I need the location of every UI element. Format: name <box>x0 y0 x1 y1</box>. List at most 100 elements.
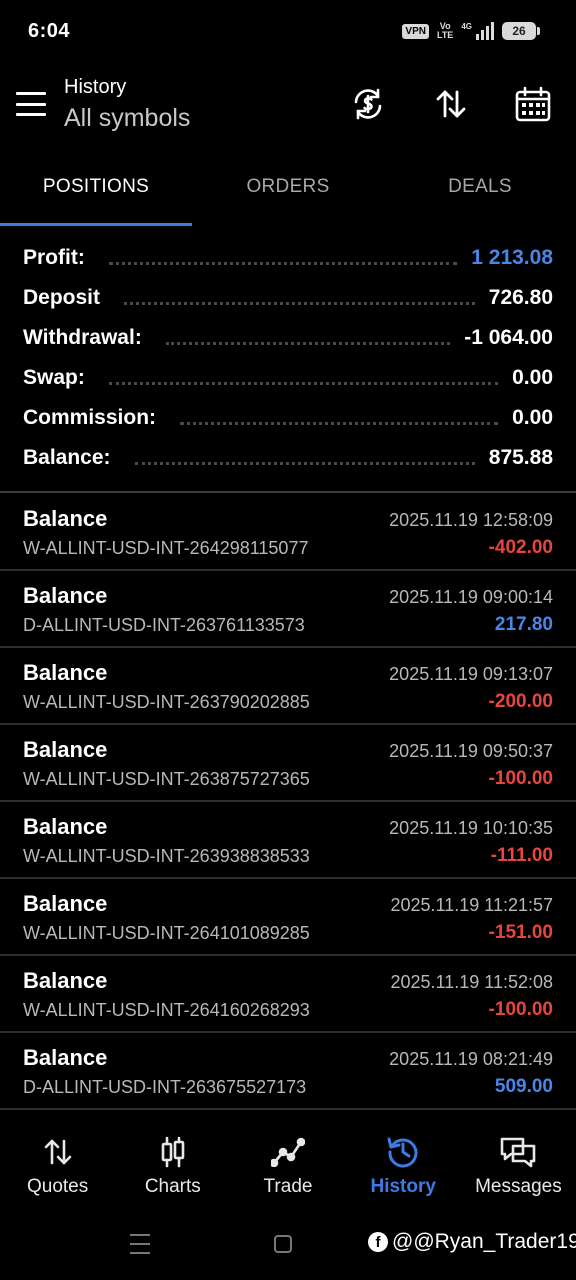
deal-amount: -402.00 <box>488 537 553 558</box>
deal-time: 2025.11.19 09:00:14 <box>389 587 553 607</box>
dotted-leader <box>134 461 475 465</box>
deal-id: W-ALLINT-USD-INT-263875727365 <box>23 769 310 789</box>
deal-type: Balance <box>23 583 108 608</box>
deal-time: 2025.11.19 11:52:08 <box>390 972 553 992</box>
tab-orders[interactable]: ORDERS <box>192 164 384 226</box>
nav-trade[interactable]: Trade <box>230 1118 345 1208</box>
dotted-leader <box>108 261 458 265</box>
summary-value: -1 064.00 <box>464 326 553 349</box>
system-nav-bar: f @@Ryan_Trader19 <box>0 1214 576 1274</box>
page-title: History <box>64 76 127 98</box>
deal-id: W-ALLINT-USD-INT-264298115077 <box>23 538 309 558</box>
nav-label: Quotes <box>26 1176 89 1197</box>
summary-label: Profit: <box>23 246 85 269</box>
list-item[interactable]: Balance D-ALLINT-USD-INT-263761133573 20… <box>0 571 576 648</box>
list-item[interactable]: Balance W-ALLINT-USD-INT-263790202885 20… <box>0 648 576 725</box>
list-item[interactable]: Balance W-ALLINT-USD-INT-264298115077 20… <box>0 494 576 571</box>
history-clock-icon <box>383 1134 423 1170</box>
dotted-leader <box>180 421 499 425</box>
trend-line-icon <box>268 1134 308 1170</box>
calendar-icon[interactable] <box>511 82 555 126</box>
deal-id: W-ALLINT-USD-INT-263790202885 <box>23 692 310 712</box>
facebook-icon: f <box>368 1232 388 1252</box>
deal-type: Balance <box>23 660 108 685</box>
deals-list: Balance W-ALLINT-USD-INT-264298115077 20… <box>0 494 576 1110</box>
battery-icon: 26 <box>502 22 540 40</box>
symbol-filter[interactable]: All symbols <box>64 104 190 133</box>
summary-value: 0.00 <box>512 406 553 429</box>
deal-amount: -100.00 <box>488 768 553 789</box>
list-item[interactable]: Balance W-ALLINT-USD-INT-263875727365 20… <box>0 725 576 802</box>
list-item[interactable]: Balance W-ALLINT-USD-INT-264160268293 20… <box>0 956 576 1033</box>
deal-type: Balance <box>23 506 108 531</box>
nav-label: Charts <box>144 1176 201 1197</box>
nav-label: Messages <box>475 1176 562 1197</box>
summary-label: Swap: <box>23 366 85 389</box>
summary-value: 726.80 <box>488 286 553 309</box>
deal-amount: -151.00 <box>488 922 553 943</box>
deal-amount: 217.80 <box>494 614 553 635</box>
volte-icon: Vo LTE <box>436 21 454 40</box>
deal-time: 2025.11.19 09:13:07 <box>389 664 553 684</box>
list-item[interactable]: Balance W-ALLINT-USD-INT-263938838533 20… <box>0 802 576 879</box>
summary-label: Withdrawal: <box>23 326 142 349</box>
deal-id: D-ALLINT-USD-INT-263675527173 <box>23 1077 307 1097</box>
summary-row-profit: Profit: 1 213.08 <box>0 238 576 278</box>
summary-label: Commission: <box>23 406 157 429</box>
vpn-icon: VPN <box>402 23 429 39</box>
nav-label: History <box>370 1176 436 1197</box>
nav-history[interactable]: History <box>346 1118 461 1208</box>
status-bar: 6:04 VPN Vo LTE 4G 26 <box>0 0 576 64</box>
deal-id: W-ALLINT-USD-INT-264101089285 <box>23 923 310 943</box>
dotted-leader <box>108 381 499 385</box>
deal-time: 2025.11.19 12:58:09 <box>389 510 553 530</box>
signal-icon <box>476 22 494 40</box>
summary-value: 1 213.08 <box>471 246 553 269</box>
summary-row-swap: Swap: 0.00 <box>0 358 576 398</box>
deal-type: Balance <box>23 1045 108 1070</box>
menu-icon[interactable] <box>16 92 46 116</box>
summary-row-balance: Balance: 875.88 <box>0 438 576 478</box>
tab-deals[interactable]: DEALS <box>384 164 576 226</box>
nav-messages[interactable]: Messages <box>461 1118 576 1208</box>
recents-icon[interactable] <box>130 1234 150 1254</box>
sort-icon[interactable] <box>429 82 473 126</box>
deal-time: 2025.11.19 11:21:57 <box>390 895 553 915</box>
bottom-nav: Quotes Charts Trade History Messages <box>0 1118 576 1208</box>
watermark: f @@Ryan_Trader19 <box>368 1230 576 1254</box>
account-summary: Profit: 1 213.08 Deposit 726.80 Withdraw… <box>0 238 576 478</box>
currency-sync-icon[interactable] <box>346 82 390 126</box>
list-item[interactable]: Balance D-ALLINT-USD-INT-263675527173 20… <box>0 1033 576 1110</box>
deal-id: D-ALLINT-USD-INT-263761133573 <box>23 615 305 635</box>
list-item[interactable]: Balance W-ALLINT-USD-INT-264101089285 20… <box>0 879 576 956</box>
deal-type: Balance <box>23 814 108 839</box>
deal-time: 2025.11.19 08:21:49 <box>389 1049 553 1069</box>
dotted-leader <box>165 341 451 345</box>
deal-id: W-ALLINT-USD-INT-263938838533 <box>23 846 310 866</box>
watermark-text: @@Ryan_Trader19 <box>392 1230 576 1253</box>
deal-id: W-ALLINT-USD-INT-264160268293 <box>23 1000 310 1020</box>
status-icons: VPN Vo LTE 4G 26 <box>402 21 540 40</box>
deal-time: 2025.11.19 09:50:37 <box>389 741 553 761</box>
status-time: 6:04 <box>28 20 71 42</box>
quotes-arrows-icon <box>38 1134 78 1170</box>
deal-type: Balance <box>23 737 108 762</box>
deal-type: Balance <box>23 968 108 993</box>
nav-label: Trade <box>263 1176 313 1197</box>
deal-amount: -200.00 <box>488 691 553 712</box>
nav-quotes[interactable]: Quotes <box>0 1118 115 1208</box>
candlestick-icon <box>153 1134 193 1170</box>
tab-positions[interactable]: POSITIONS <box>0 164 192 226</box>
chat-bubbles-icon <box>498 1134 538 1170</box>
dotted-leader <box>124 301 475 305</box>
home-icon[interactable] <box>274 1235 292 1253</box>
deal-type: Balance <box>23 891 108 916</box>
history-tabs: POSITIONS ORDERS DEALS <box>0 164 576 226</box>
summary-row-commission: Commission: 0.00 <box>0 398 576 438</box>
nav-charts[interactable]: Charts <box>115 1118 230 1208</box>
summary-row-deposit: Deposit 726.80 <box>0 278 576 318</box>
summary-value: 875.88 <box>488 446 553 469</box>
app-header: History All symbols <box>0 64 576 164</box>
summary-value: 0.00 <box>512 366 553 389</box>
deal-amount: -111.00 <box>490 845 553 866</box>
